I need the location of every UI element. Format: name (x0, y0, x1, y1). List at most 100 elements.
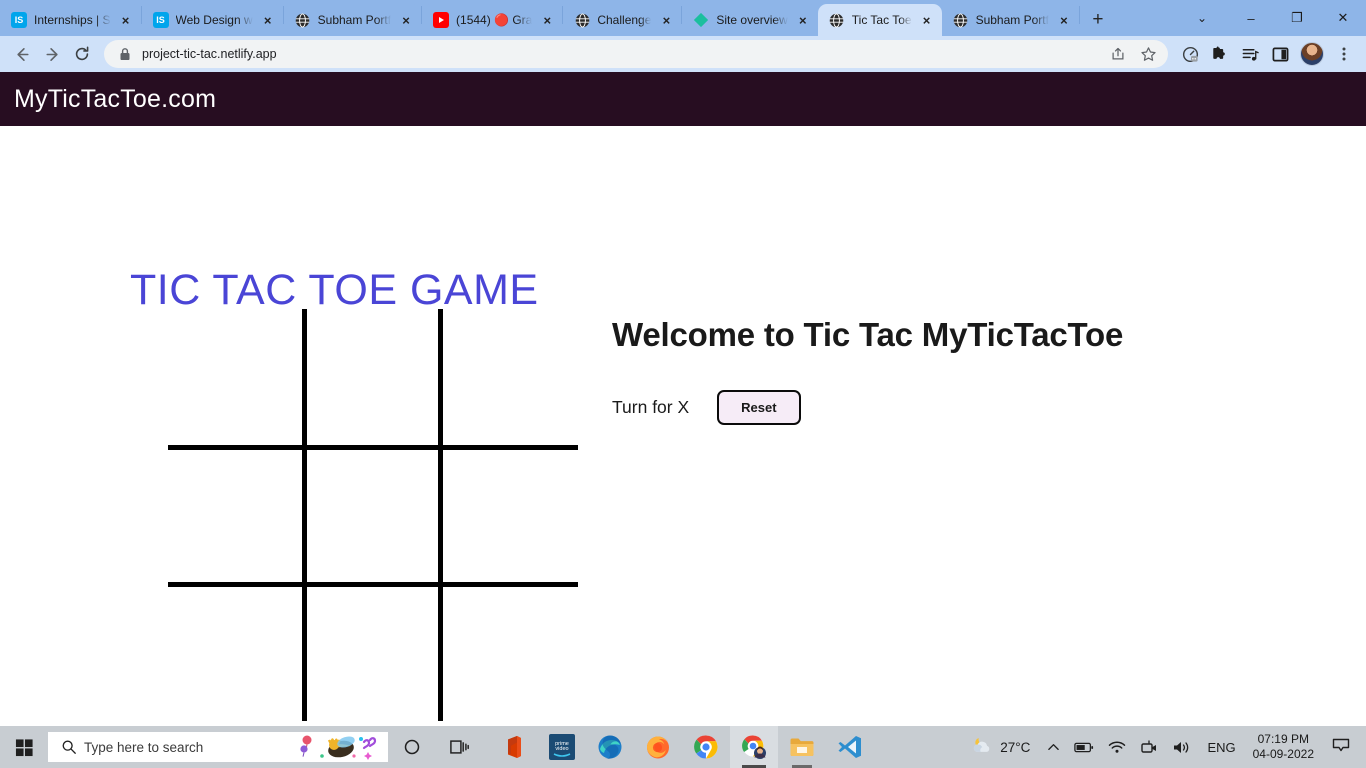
tab-search-caret-icon[interactable]: ⌄ (1176, 0, 1228, 36)
site-brand[interactable]: MyTicTacToe.com (14, 85, 216, 114)
board-cell-0[interactable] (168, 309, 302, 445)
game-info-panel: Welcome to Tic Tac MyTicTacToe Turn for … (612, 316, 1123, 425)
tab-title: Subham Portf (317, 13, 392, 27)
search-input[interactable]: Type here to search (48, 732, 388, 762)
board-cell-3[interactable] (168, 450, 302, 586)
board-cell-1[interactable] (307, 309, 441, 445)
office-icon[interactable] (490, 726, 538, 768)
temperature-text: 27°C (1000, 739, 1031, 755)
clock[interactable]: 07:19 PM 04-09-2022 (1245, 732, 1322, 762)
tab-close-button[interactable]: × (398, 12, 414, 28)
cortana-icon[interactable] (388, 726, 436, 768)
windows-taskbar: Type here to search prime video 27°C ENG… (0, 726, 1366, 768)
clock-time: 07:19 PM (1257, 732, 1309, 746)
speedometer-icon[interactable] (1176, 40, 1204, 68)
board-vertical-line-2 (438, 309, 443, 721)
firefox-icon[interactable] (634, 726, 682, 768)
browser-tab-active-tic-tac-toe[interactable]: Tic Tac Toe × (817, 4, 942, 36)
search-placeholder-text: Type here to search (84, 739, 204, 755)
browser-tab-3[interactable]: (1544) 🔴 Gra × (422, 4, 563, 36)
new-tab-button[interactable]: + (1084, 6, 1112, 34)
address-bar[interactable]: project-tic-tac.netlify.app (104, 40, 1168, 68)
system-tray: 27°C ENG 07:19 PM 04-09-2022 (964, 726, 1366, 768)
tab-title: Site overview (716, 13, 788, 27)
tab-strip: IS Internships | S × IS Web Design w × S… (0, 0, 1366, 36)
edge-icon[interactable] (586, 726, 634, 768)
chevron-up-icon[interactable] (1040, 726, 1067, 768)
browser-tab-1[interactable]: IS Web Design w × (141, 4, 283, 36)
turn-indicator: Turn for X (612, 397, 690, 417)
star-icon[interactable] (1134, 40, 1162, 68)
board-horizontal-line-2 (168, 582, 578, 587)
youtube-icon (433, 12, 450, 28)
globe-icon (953, 12, 969, 28)
prime-video-icon[interactable]: prime video (538, 726, 586, 768)
board-cell-6[interactable] (168, 587, 302, 723)
tab-close-button[interactable]: × (118, 12, 134, 28)
windows-start-icon[interactable] (0, 726, 48, 768)
taskbar-apps: prime video (490, 726, 874, 768)
lock-icon (116, 47, 134, 61)
close-window-button[interactable]: ✕ (1320, 0, 1366, 36)
minimize-button[interactable]: – (1228, 0, 1274, 36)
reset-button[interactable]: Reset (717, 390, 801, 425)
svg-text:video: video (555, 746, 568, 752)
board-vertical-line-1 (302, 309, 307, 721)
toolbar-right-icons (1176, 40, 1358, 68)
language-indicator[interactable]: ENG (1198, 740, 1244, 755)
battery-icon[interactable] (1067, 726, 1101, 768)
chrome-icon[interactable] (682, 726, 730, 768)
sidebar-icon[interactable] (1266, 40, 1294, 68)
browser-tab-4[interactable]: Challenge × (563, 4, 682, 36)
vscode-icon[interactable] (826, 726, 874, 768)
browser-tab-7[interactable]: Subham Portf × (941, 4, 1079, 36)
board-cell-7[interactable] (307, 587, 441, 723)
maximize-button[interactable]: ❐ (1274, 0, 1320, 36)
browser-tab-5[interactable]: Site overview × (682, 4, 818, 36)
tab-title: Tic Tac Toe (851, 13, 912, 27)
weather-widget[interactable]: 27°C (964, 735, 1040, 760)
tab-close-button[interactable]: × (658, 12, 674, 28)
browser-toolbar: project-tic-tac.netlify.app (0, 36, 1366, 72)
tab-title: Challenge (597, 13, 652, 27)
window-controls: ⌄ – ❐ ✕ (1176, 0, 1366, 36)
board-cell-2[interactable] (443, 309, 577, 445)
tab-title: Web Design w (175, 13, 253, 27)
forward-arrow-icon[interactable] (38, 40, 66, 68)
site-navbar: MyTicTacToe.com (0, 72, 1366, 126)
netlify-diamond-icon (693, 12, 709, 28)
browser-tab-0[interactable]: IS Internships | S × (0, 4, 141, 36)
avatar[interactable] (1300, 42, 1324, 66)
tab-close-button[interactable]: × (795, 12, 811, 28)
back-arrow-icon[interactable] (8, 40, 36, 68)
media-playlist-icon[interactable] (1236, 40, 1264, 68)
notification-icon[interactable] (1322, 737, 1362, 758)
globe-icon (574, 12, 590, 28)
board-cell-5[interactable] (443, 450, 577, 586)
board-cell-8[interactable] (443, 587, 577, 723)
share-icon[interactable] (1104, 40, 1132, 68)
page-title: TIC TAC TOE GAME (130, 266, 539, 314)
search-icon (56, 739, 82, 755)
reload-icon[interactable] (68, 40, 96, 68)
welcome-heading: Welcome to Tic Tac MyTicTacToe (612, 316, 1124, 353)
camera-icon[interactable] (1133, 726, 1165, 768)
tab-close-button[interactable]: × (539, 12, 555, 28)
bee-celebration-icon (298, 732, 384, 762)
wifi-icon[interactable] (1101, 726, 1133, 768)
task-view-icon[interactable] (436, 726, 484, 768)
tab-close-button[interactable]: × (919, 12, 935, 28)
three-dot-menu-icon[interactable] (1330, 40, 1358, 68)
volume-icon[interactable] (1165, 726, 1198, 768)
omnibox-icons (1104, 40, 1162, 68)
board-cell-4[interactable] (307, 450, 441, 586)
tab-divider (1078, 5, 1080, 24)
tab-close-button[interactable]: × (1056, 12, 1072, 28)
puzzle-icon[interactable] (1206, 40, 1234, 68)
browser-tab-2[interactable]: Subham Portf × (283, 4, 422, 36)
globe-icon (829, 12, 845, 28)
tab-close-button[interactable]: × (260, 12, 276, 28)
chrome-profile-icon[interactable] (730, 726, 778, 768)
internshala-icon: IS (152, 12, 169, 28)
file-explorer-icon[interactable] (778, 726, 826, 768)
